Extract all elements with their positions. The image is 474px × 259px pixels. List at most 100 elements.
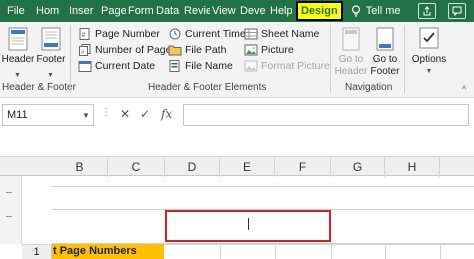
header-button-label: Header — [1, 54, 35, 65]
row-1-cells[interactable] — [164, 244, 474, 259]
enter-entry-button[interactable]: ✓ — [140, 107, 150, 121]
tab-design[interactable]: Design — [296, 1, 343, 21]
page-number-icon: # — [79, 28, 90, 40]
collapse-ribbon-icon[interactable]: ^ — [462, 84, 466, 94]
group-label-elements: Header & Footer Elements — [148, 82, 267, 93]
ribbon-tab-bar: File Hom Inser Page Form Data Revie View… — [0, 0, 474, 22]
number-of-pages-icon: # — [79, 44, 91, 56]
tab-page-layout[interactable]: Page — [99, 0, 126, 22]
go-to-footer-label-1: Go to — [372, 54, 398, 65]
go-to-header-label-1: Go to — [338, 54, 364, 65]
column-header-b[interactable]: B — [52, 157, 108, 177]
format-picture-label: Format Picture — [261, 60, 330, 72]
footer-button[interactable]: Footer — [36, 26, 66, 66]
comments-button[interactable] — [448, 3, 466, 19]
clock-icon — [169, 28, 181, 40]
cancel-entry-button[interactable]: ✕ — [120, 107, 130, 121]
column-header-c[interactable]: C — [108, 157, 165, 177]
number-of-pages-label: Number of Pages — [95, 44, 177, 56]
go-to-header-button[interactable]: Go to Header — [334, 26, 368, 78]
insert-function-button[interactable]: fx — [161, 107, 172, 121]
gridline — [440, 244, 441, 259]
name-box-dropdown-icon[interactable]: ▼ — [82, 111, 90, 120]
go-to-footer-icon — [376, 27, 394, 51]
sheet-name-icon — [244, 28, 258, 40]
tab-formulas[interactable]: Form — [126, 0, 154, 22]
group-divider — [404, 25, 405, 93]
footer-icon — [41, 27, 61, 51]
tab-developer[interactable]: Deve — [238, 0, 268, 22]
column-header-f[interactable]: F — [275, 157, 331, 177]
file-path-icon — [168, 45, 182, 56]
file-name-label: File Name — [185, 60, 233, 72]
vertical-ruler — [0, 176, 22, 244]
go-to-header-label-2: Header — [334, 66, 368, 77]
formula-bar: M11 ▼ ⋮ ✕ ✓ fx — [0, 104, 474, 126]
group-divider — [70, 25, 71, 93]
format-picture-icon — [244, 60, 258, 72]
footer-button-label: Footer — [36, 54, 66, 65]
name-box[interactable]: M11 — [2, 104, 94, 126]
header-button-dropdown[interactable]: ▼ — [14, 72, 21, 79]
text-cursor — [248, 218, 249, 230]
group-label-header-footer: Header & Footer — [2, 82, 76, 93]
tab-insert[interactable]: Inser — [67, 0, 99, 22]
current-time-label: Current Time — [185, 28, 246, 40]
footer-button-dropdown[interactable]: ▼ — [47, 72, 54, 79]
page-number-button[interactable]: # Page Number — [78, 28, 160, 40]
group-divider — [330, 25, 331, 93]
file-path-button[interactable]: File Path — [168, 44, 226, 56]
column-header-e[interactable]: E — [220, 157, 275, 177]
current-date-button[interactable]: Current Date — [78, 60, 155, 72]
tab-view[interactable]: View — [210, 0, 238, 22]
column-header-d[interactable]: D — [165, 157, 220, 177]
file-path-label: File Path — [185, 44, 227, 56]
options-checkbox-icon — [419, 27, 439, 49]
current-date-label: Current Date — [95, 60, 156, 72]
go-to-footer-label-2: Footer — [370, 66, 400, 77]
gridline — [385, 244, 386, 259]
column-header-row: B C D E F G H — [0, 156, 474, 177]
number-of-pages-button[interactable]: # Number of Pages — [78, 44, 177, 56]
tab-file[interactable]: File — [0, 0, 34, 22]
options-button[interactable]: Options ▼ — [410, 26, 448, 78]
row-header-1[interactable]: 1 — [22, 244, 52, 259]
lightbulb-icon — [351, 5, 360, 17]
column-header-g[interactable]: G — [331, 157, 385, 177]
tab-data[interactable]: Data — [154, 0, 182, 22]
share-icon — [423, 6, 431, 16]
gridline — [220, 244, 221, 259]
header-icon — [8, 27, 28, 51]
sheet-name-button[interactable]: Sheet Name — [244, 28, 319, 40]
go-to-footer-button[interactable]: Go to Footer — [369, 26, 401, 78]
file-name-button[interactable]: File Name — [168, 60, 233, 72]
column-header-h[interactable]: H — [385, 157, 440, 177]
ribbon: Header Footer ▼ ▼ Header & Footer # Page… — [0, 22, 474, 98]
gridline — [331, 244, 332, 259]
file-name-icon — [169, 60, 180, 72]
header-button[interactable]: Header — [2, 26, 34, 66]
svg-text:#: # — [82, 32, 86, 39]
format-picture-button[interactable]: Format Picture — [244, 60, 330, 72]
comment-icon — [452, 6, 462, 16]
tab-review[interactable]: Revie — [182, 0, 210, 22]
page-margin-area — [52, 186, 474, 210]
tab-home[interactable]: Hom — [34, 0, 67, 22]
cell-b1[interactable]: t Page Numbers — [52, 244, 164, 259]
current-time-button[interactable]: Current Time — [168, 28, 246, 40]
sheet-name-label: Sheet Name — [261, 28, 320, 40]
ruler-tick — [6, 216, 12, 217]
go-to-header-icon — [342, 27, 360, 51]
share-button[interactable] — [418, 3, 436, 19]
formula-bar-grip[interactable]: ⋮ — [101, 107, 111, 123]
calendar-icon — [78, 61, 92, 72]
picture-label: Picture — [261, 44, 294, 56]
group-label-navigation: Navigation — [345, 82, 393, 93]
picture-icon — [244, 44, 258, 56]
tell-me-label: Tell me — [365, 5, 401, 17]
picture-button[interactable]: Picture — [244, 44, 294, 56]
tell-me-box[interactable]: Tell me — [351, 5, 401, 17]
formula-input[interactable] — [183, 104, 469, 126]
options-dropdown-icon: ▼ — [425, 68, 433, 75]
tab-help[interactable]: Help — [268, 0, 294, 22]
